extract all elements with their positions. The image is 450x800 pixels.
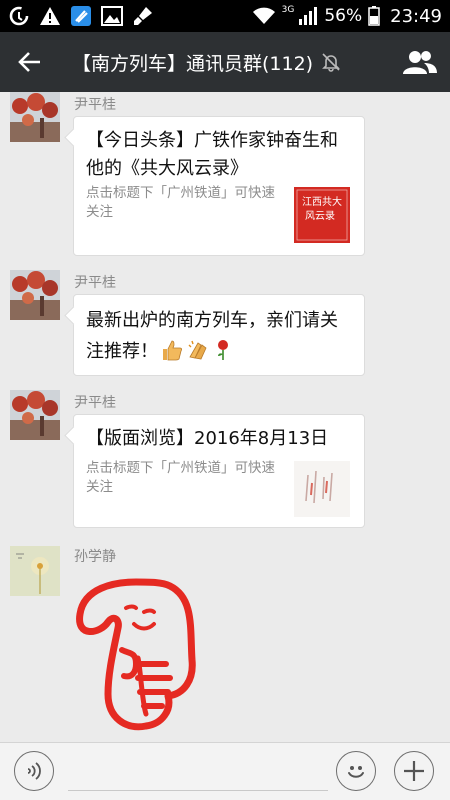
- sender-name: 孙学静: [74, 549, 116, 565]
- thumb-caption-2: 风云录: [305, 210, 335, 222]
- message-input-bar: [0, 742, 450, 800]
- voice-icon: [27, 762, 41, 780]
- sender-name: 尹平桂: [74, 275, 116, 291]
- more-options-button[interactable]: [394, 751, 434, 791]
- sticker-image[interactable]: [74, 568, 210, 738]
- data-saver-icon: [8, 5, 30, 27]
- chat-title: 【南方列车】通讯员群(112): [72, 52, 314, 75]
- sender-name: 尹平桂: [74, 97, 116, 113]
- card-thumbnail: 江西共大 风云录: [294, 187, 350, 243]
- battery-icon: [368, 6, 380, 26]
- signal-icon: [298, 7, 318, 25]
- avatar[interactable]: [10, 390, 60, 440]
- chat-message-list[interactable]: 尹平桂 【今日头条】广铁作家钟奋生和他的《共大风云录》 点击标题下「广州铁道」可…: [0, 92, 450, 742]
- chat-header: 【南方列车】通讯员群(112): [0, 32, 450, 92]
- link-card-bubble[interactable]: 【版面浏览】2016年8月13日 点击标题下「广州铁道」可快速关注: [73, 414, 365, 528]
- message-text: 最新出炉的南方列车，亲们请关注推荐！: [86, 305, 354, 371]
- wifi-icon: [252, 7, 276, 25]
- sender-name: 尹平桂: [74, 395, 116, 411]
- card-thumbnail: [294, 461, 350, 517]
- warning-icon: [39, 6, 61, 26]
- thumb-caption-1: 江西共大: [302, 195, 342, 208]
- card-title: 【版面浏览】2016年8月13日: [86, 428, 329, 449]
- group-members-icon: [403, 51, 437, 74]
- card-title: 【今日头条】广铁作家钟奋生和他的《共大风云录》: [86, 130, 338, 179]
- message-text-content: 最新出炉的南方列车，亲们请关注推荐！: [86, 310, 338, 362]
- thumbs-up-emoji-icon: [160, 339, 184, 371]
- back-arrow-icon: [18, 52, 40, 72]
- avatar[interactable]: [10, 270, 60, 320]
- gallery-icon: [101, 6, 123, 26]
- card-description: 点击标题下「广州铁道」可快速关注: [86, 185, 275, 220]
- status-bar: 3G 56% 23:49: [0, 0, 450, 32]
- rose-emoji-icon: [214, 339, 232, 371]
- brush-icon: [132, 5, 154, 27]
- group-members-button[interactable]: [390, 32, 450, 92]
- mute-bell-icon: [321, 52, 341, 72]
- smiley-icon: [348, 766, 364, 778]
- avatar[interactable]: [10, 92, 60, 142]
- link-card-bubble[interactable]: 【今日头条】广铁作家钟奋生和他的《共大风云录》 点击标题下「广州铁道」可快速关注…: [73, 116, 365, 256]
- emoji-button[interactable]: [336, 751, 376, 791]
- avatar[interactable]: [10, 546, 60, 596]
- battery-percent: 56%: [324, 6, 363, 26]
- clock: 23:49: [390, 5, 442, 27]
- text-bubble[interactable]: 最新出炉的南方列车，亲们请关注推荐！: [73, 294, 365, 376]
- back-button[interactable]: [0, 32, 60, 92]
- plus-icon: [404, 761, 424, 781]
- cleaner-app-icon: [70, 5, 92, 27]
- network-type-label: 3G: [281, 5, 295, 15]
- card-description: 点击标题下「广州铁道」可快速关注: [86, 460, 275, 495]
- clapping-hands-emoji-icon: [186, 339, 210, 371]
- voice-input-button[interactable]: [14, 751, 54, 791]
- message-input[interactable]: [68, 751, 328, 791]
